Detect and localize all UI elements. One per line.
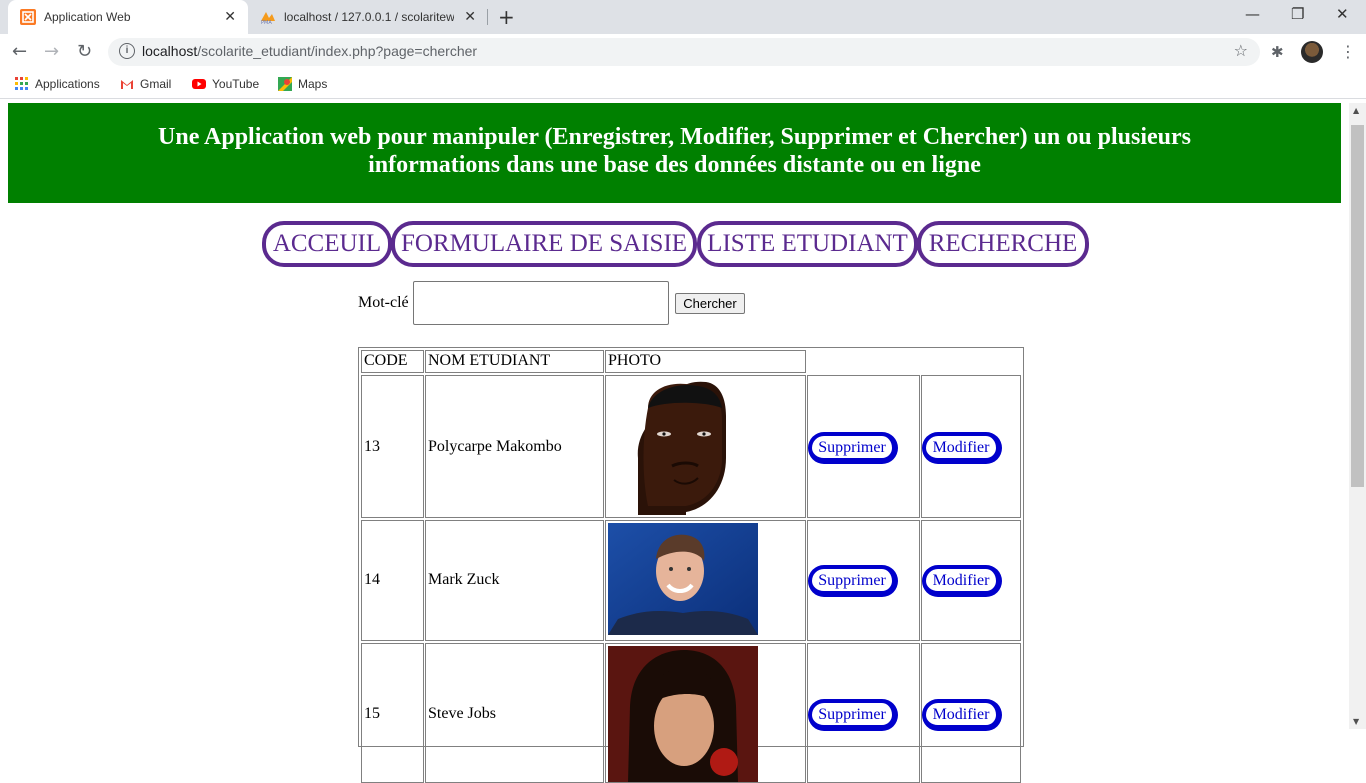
bookmark-label: Maps: [298, 77, 328, 91]
profile-avatar[interactable]: [1301, 41, 1323, 63]
bookmark-label: YouTube: [212, 77, 260, 91]
xampp-icon: [20, 9, 36, 25]
table-cell-name: Polycarpe Makombo: [425, 375, 604, 518]
header-banner: Une Application web pour manipuler (Enre…: [8, 103, 1341, 203]
nav-acceuil[interactable]: ACCEUIL: [262, 221, 392, 267]
edit-button[interactable]: Modifier: [922, 699, 1002, 731]
youtube-icon: [192, 77, 206, 91]
student-photo: [608, 523, 758, 635]
table-header-name: NOM ETUDIANT: [425, 350, 604, 373]
scroll-up-icon[interactable]: ▲: [1353, 106, 1359, 115]
results-table: CODE NOM ETUDIANT PHOTO 13 Polycarpe Mak…: [358, 347, 1024, 783]
tab-separator: [487, 9, 488, 25]
minimize-icon[interactable]: —: [1245, 5, 1260, 23]
bookmark-label: Gmail: [140, 77, 172, 91]
gmail-icon: [120, 77, 134, 91]
table-cell-photo: [605, 375, 806, 518]
nav-formulaire-de-saisie[interactable]: FORMULAIRE DE SAISIE: [391, 221, 697, 267]
table-cell-code: 15: [361, 643, 424, 783]
delete-button[interactable]: Supprimer: [808, 432, 898, 464]
bookmark-youtube[interactable]: YouTube: [192, 77, 259, 91]
bookmark-gmail[interactable]: Gmail: [120, 77, 171, 91]
bookmark-label: Applications: [35, 77, 100, 91]
restore-icon[interactable]: ❐: [1291, 5, 1304, 23]
table-cell-edit: Modifier: [921, 520, 1021, 641]
banner-title-line1: Une Application web pour manipuler (Enre…: [158, 124, 1191, 150]
banner-title-line2: informations dans une base des données d…: [368, 152, 981, 178]
svg-text:PMA: PMA: [261, 20, 272, 25]
table-cell-delete: Supprimer: [807, 375, 920, 518]
reload-icon[interactable]: ↻: [77, 41, 92, 62]
table-cell-delete: Supprimer: [807, 520, 920, 641]
forward-icon[interactable]: →: [44, 41, 59, 62]
delete-button[interactable]: Supprimer: [808, 699, 898, 731]
bookmarks-bar: Applications Gmail YouTube Maps: [0, 70, 1366, 99]
menu-icon[interactable]: ⋮: [1340, 42, 1356, 61]
edit-button[interactable]: Modifier: [922, 432, 1002, 464]
table-cell-code: 14: [361, 520, 424, 641]
nav-recherche[interactable]: RECHERCHE: [917, 221, 1089, 267]
info-icon[interactable]: i: [119, 43, 135, 59]
back-icon[interactable]: ←: [12, 41, 27, 62]
maps-icon: [278, 77, 292, 91]
url-text[interactable]: localhost/scolarite_etudiant/index.php?p…: [142, 43, 477, 59]
page-scrollbar[interactable]: ▲ ▼: [1349, 103, 1366, 729]
bookmark-applications[interactable]: Applications: [15, 77, 100, 91]
bookmark-star-icon[interactable]: ☆: [1234, 41, 1248, 60]
browser-toolbar: ← → ↻ i localhost/scolarite_etudiant/ind…: [0, 34, 1366, 70]
table-cell-code: 13: [361, 375, 424, 518]
delete-button[interactable]: Supprimer: [808, 565, 898, 597]
tab-phpmyadmin[interactable]: PMA localhost / 127.0.0.1 / scolaritewe …: [248, 0, 488, 34]
nav-liste-etudiant[interactable]: LISTE ETUDIANT: [697, 221, 918, 267]
table-cell-edit: Modifier: [921, 375, 1021, 518]
search-label: Mot-clé: [358, 294, 409, 311]
search-input[interactable]: [413, 281, 669, 325]
scroll-down-icon[interactable]: ▼: [1353, 717, 1359, 726]
tab-strip: Application Web ✕ PMA localhost / 127.0.…: [0, 0, 1366, 34]
table-cell-delete: Supprimer: [807, 643, 920, 783]
student-photo: [608, 646, 758, 782]
table-cell-photo: [605, 643, 806, 783]
page-content: Une Application web pour manipuler (Enre…: [0, 103, 1349, 783]
close-tab-icon[interactable]: ✕: [224, 8, 236, 25]
table-header-code: CODE: [361, 350, 424, 373]
window-close-icon[interactable]: ✕: [1336, 5, 1349, 23]
apps-grid-icon: [15, 77, 29, 91]
tab-title: Application Web: [44, 10, 131, 24]
new-tab-icon[interactable]: +: [498, 5, 515, 29]
address-bar[interactable]: i localhost/scolarite_etudiant/index.php…: [108, 38, 1260, 66]
scrollbar-thumb[interactable]: [1351, 125, 1364, 487]
table-cell-name: Steve Jobs: [425, 643, 604, 783]
search-button[interactable]: Chercher: [675, 293, 745, 314]
student-photo: [608, 378, 804, 515]
phpmyadmin-icon: PMA: [260, 9, 276, 26]
bookmark-maps[interactable]: Maps: [278, 77, 327, 91]
tab-application-web[interactable]: Application Web ✕: [8, 0, 248, 34]
table-header-photo: PHOTO: [605, 350, 806, 373]
tab-title: localhost / 127.0.0.1 / scolaritewe: [284, 10, 454, 24]
edit-button[interactable]: Modifier: [922, 565, 1002, 597]
table-cell-photo: [605, 520, 806, 641]
close-tab-icon[interactable]: ✕: [464, 8, 476, 25]
table-cell-edit: Modifier: [921, 643, 1021, 783]
extensions-icon[interactable]: ✱: [1271, 43, 1284, 61]
table-cell-name: Mark Zuck: [425, 520, 604, 641]
